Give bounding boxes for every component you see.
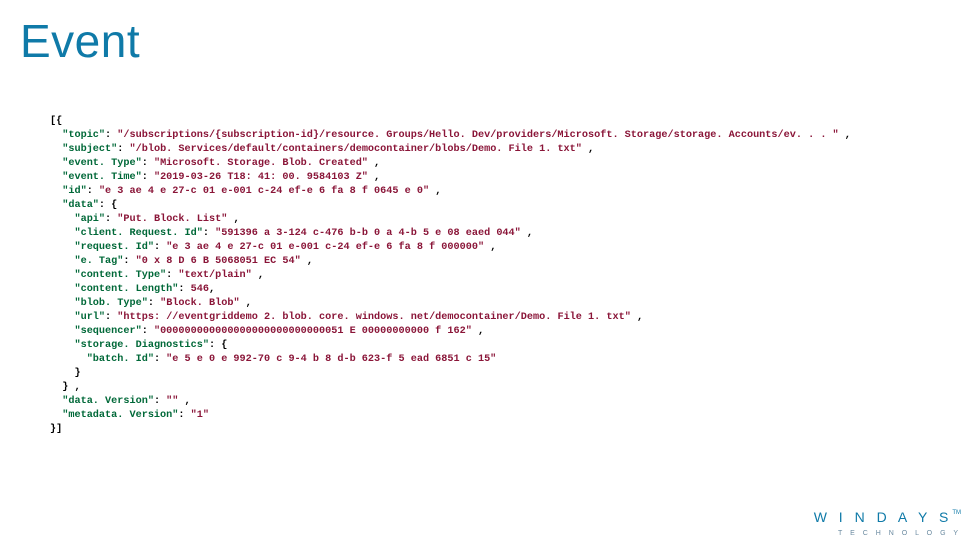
data-close: } , [62, 382, 80, 393]
k-data: "data" [62, 200, 99, 211]
diag-close: } [74, 368, 80, 379]
logo-sub: T E C H N O L O G Y [814, 530, 961, 537]
slide-title: Event [20, 14, 140, 68]
k-id: "id" [62, 186, 86, 197]
k-storagediag: "storage. Diagnostics" [74, 340, 209, 351]
k-etag: "e. Tag" [74, 256, 123, 267]
k-api: "api" [74, 214, 105, 225]
k-batchid: "batch. Id" [87, 354, 154, 365]
k-sequencer: "sequencer" [74, 326, 141, 337]
k-clientreqid: "client. Request. Id" [74, 228, 202, 239]
k-eventtype: "event. Type" [62, 158, 141, 169]
k-url: "url" [74, 312, 105, 323]
k-topic: "topic" [62, 130, 105, 141]
k-contentlength: "content. Length" [74, 284, 178, 295]
slide: Event [{ "topic": "/subscriptions/{subsc… [0, 0, 979, 551]
k-blobtype: "blob. Type" [74, 298, 147, 309]
logo-brand: W I N D A Y STM [814, 509, 961, 525]
k-dataversion: "data. Version" [62, 396, 154, 407]
windays-logo: 19 W I N D A Y STM T E C H N O L O G Y [814, 510, 961, 537]
logo-tm: TM [952, 510, 961, 516]
k-contenttype: "content. Type" [74, 270, 166, 281]
k-metadataversion: "metadata. Version" [62, 410, 178, 421]
json-code-block: [{ "topic": "/subscriptions/{subscriptio… [50, 115, 959, 437]
k-subject: "subject" [62, 144, 117, 155]
k-eventtime: "event. Time" [62, 172, 141, 183]
k-reqid: "request. Id" [74, 242, 153, 253]
code-open: [{ [50, 116, 62, 127]
code-close: }] [50, 424, 62, 435]
